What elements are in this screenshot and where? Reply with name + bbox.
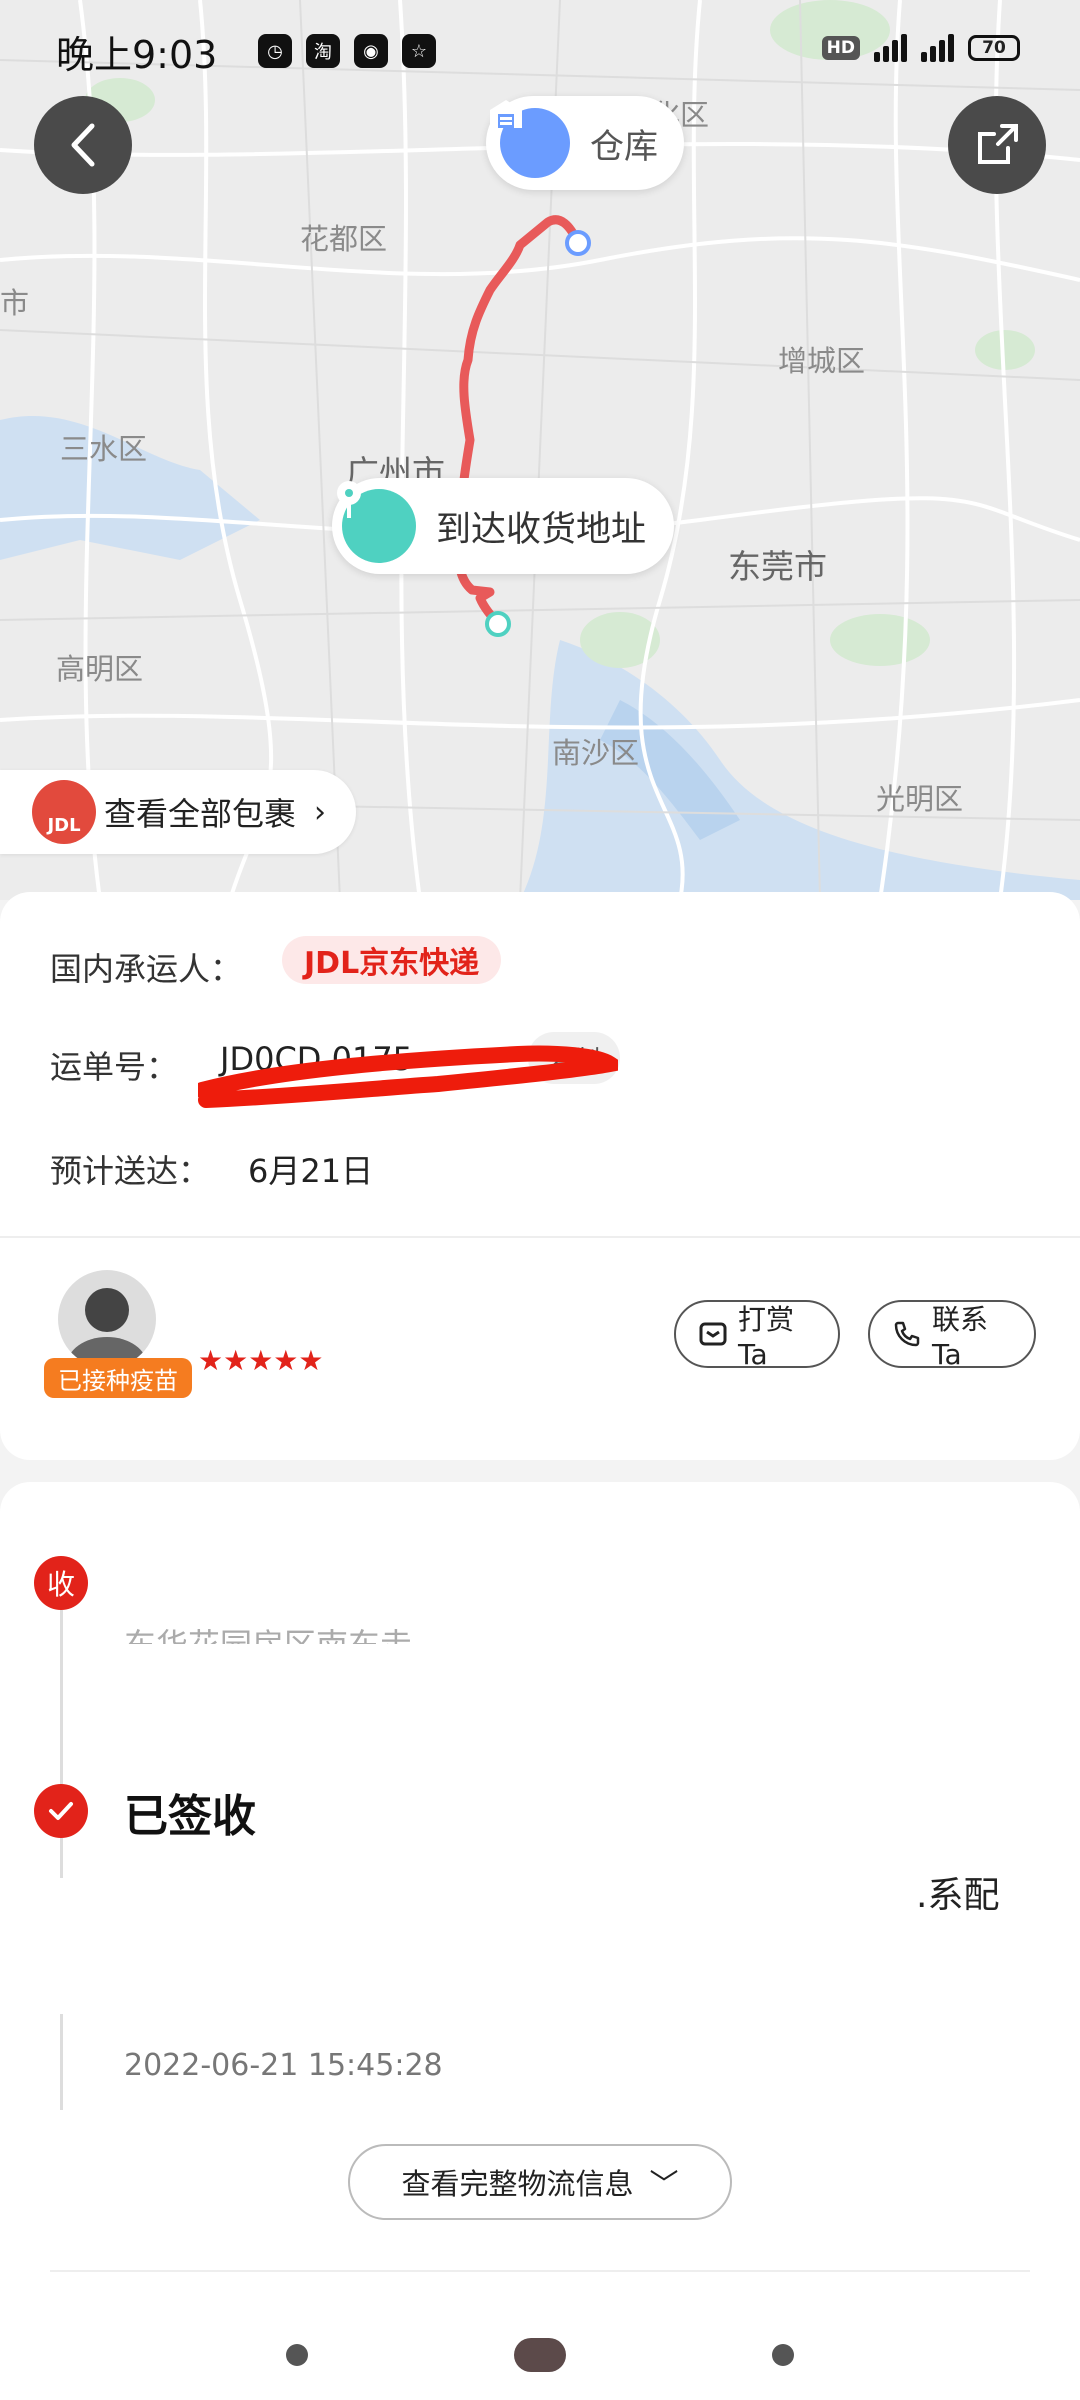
map-label-gaoming: 高明区	[56, 652, 144, 686]
map-label-dongguan: 东莞市	[728, 547, 827, 586]
signal-icon	[874, 34, 907, 62]
wallet-icon	[698, 1319, 728, 1349]
home-button[interactable]	[514, 2338, 566, 2372]
jdl-package-icon: JDL	[32, 780, 96, 844]
timeline-line	[60, 1610, 63, 1784]
app-notification-icon: ◉	[354, 34, 388, 68]
phone-icon	[892, 1319, 922, 1349]
rating-stars: ★★★★★	[198, 1344, 324, 1377]
map-label-guangming: 光明区	[876, 782, 964, 816]
map-label-nansha: 南沙区	[552, 736, 640, 770]
status-right: HD 70	[821, 34, 1020, 62]
eta-value: 6月21日	[248, 1152, 374, 1190]
recent-apps-button[interactable]	[286, 2344, 308, 2366]
contact-button[interactable]: 联系Ta	[868, 1300, 1036, 1371]
view-all-packages-label: 查看全部包裹	[104, 795, 297, 833]
carrier-badge: JDL京东快递	[282, 936, 502, 984]
status-bar: 晚上9:03 ◷ 淘 ◉ ☆ ·· HD 70	[0, 0, 1080, 100]
divider	[50, 2270, 1030, 2272]
vaccine-badge: 已接种疫苗	[44, 1358, 192, 1398]
arrive-marker[interactable]: 到达收货地址	[332, 478, 675, 574]
battery-icon: 70	[968, 35, 1020, 61]
hd-icon: HD	[821, 36, 860, 60]
warehouse-label: 仓库	[590, 126, 658, 167]
chevron-down-icon: ﹀	[649, 2167, 679, 2201]
shipment-info-card: 国内承运人： JDL京东快递 运单号： JD0CD 0175 复制 预计送达： …	[0, 892, 1080, 1460]
divider	[0, 1236, 1080, 1238]
receive-address-text: 东华花园房区南东走	[124, 1620, 412, 1644]
signed-detail-text: .系配	[916, 1875, 1000, 1916]
taobao-icon: 淘	[306, 34, 340, 68]
view-all-packages-button[interactable]: JDL 查看全部包裹 ›	[0, 770, 357, 854]
share-icon	[978, 124, 1018, 164]
status-time: 晚上9:03	[56, 33, 218, 77]
system-nav-bar	[0, 2300, 1080, 2400]
timeline-line	[60, 2014, 63, 2110]
map-view[interactable]: 花都区 从化区 增城区 三水区 广州市 东莞市 高明区 南沙区 光明区 市 仓库…	[0, 0, 1080, 900]
timeline-line	[60, 1838, 63, 1878]
timestamp: 2022-06-21 15:45:28	[124, 2048, 443, 2083]
chevron-right-icon: ›	[314, 794, 327, 830]
tip-button[interactable]: 打赏Ta	[674, 1300, 840, 1371]
arrive-label: 到达收货地址	[436, 509, 647, 550]
signal-icon-2	[921, 34, 954, 62]
warehouse-icon	[490, 100, 570, 178]
view-full-logistics-label: 查看完整物流信息	[401, 2167, 634, 2201]
eta-label: 预计送达：	[50, 1152, 211, 1190]
receive-badge: 收	[34, 1556, 88, 1610]
view-full-logistics-button[interactable]: 查看完整物流信息 ﹀	[348, 2144, 732, 2220]
signed-status-title: 已签收	[124, 1791, 256, 1842]
location-pin-icon	[337, 481, 416, 563]
checkmark-icon	[34, 1784, 88, 1838]
clock-icon: ◷	[258, 34, 292, 68]
share-button[interactable]	[948, 96, 1046, 194]
chevron-left-icon	[71, 123, 95, 167]
contact-label: 联系Ta	[932, 1302, 989, 1371]
map-label-edge: 市	[0, 286, 30, 320]
system-back-button[interactable]	[772, 2344, 794, 2366]
map-label-sanshui: 三水区	[60, 432, 148, 466]
more-notifications-icon: ··	[416, 26, 438, 66]
waybill-label: 运单号：	[50, 1048, 179, 1086]
back-button[interactable]	[34, 96, 132, 194]
map-label-huadu: 花都区	[300, 222, 388, 256]
warehouse-marker[interactable]: 仓库	[486, 96, 684, 190]
redaction-scribble	[198, 1045, 618, 1108]
carrier-label: 国内承运人：	[50, 950, 243, 988]
notification-icons: ◷ 淘 ◉ ☆	[258, 34, 436, 68]
tip-label: 打赏Ta	[738, 1302, 795, 1371]
tracking-timeline-card: 收 东华花园房区南东走 已签收 .系配 2022-06-21 15:45:28 …	[0, 1482, 1080, 2400]
avatar[interactable]	[58, 1270, 156, 1368]
map-label-zengcheng: 增城区	[778, 344, 866, 378]
